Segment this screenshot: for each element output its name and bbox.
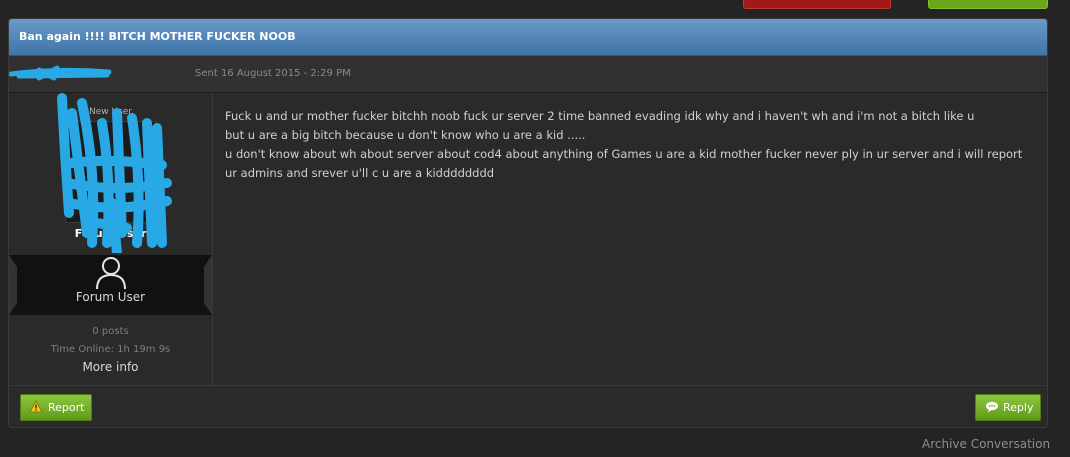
user-card-label: Forum User bbox=[75, 290, 146, 304]
archive-conversation-link[interactable]: Archive Conversation bbox=[922, 437, 1050, 451]
report-label: Report bbox=[48, 401, 85, 414]
user-card: Forum User bbox=[9, 255, 212, 315]
top-green-button[interactable] bbox=[928, 0, 1048, 9]
post-count: 0 posts bbox=[92, 326, 129, 337]
author-sidebar: New User Forum User Forum User 0 posts T… bbox=[9, 93, 213, 385]
conversation-panel: Ban again !!!! BITCH MOTHER FUCKER NOOB … bbox=[8, 18, 1048, 428]
redaction-scribble-avatar bbox=[57, 93, 172, 253]
top-red-button[interactable] bbox=[743, 0, 891, 9]
more-info-link[interactable]: More info bbox=[9, 360, 212, 374]
user-icon bbox=[96, 257, 126, 290]
report-button[interactable]: Report bbox=[20, 394, 92, 421]
meta-bar: Sent 16 August 2015 - 2:29 PM bbox=[9, 56, 1047, 93]
post-footer: Report Reply bbox=[9, 385, 1047, 428]
conversation-title: Ban again !!!! BITCH MOTHER FUCKER NOOB bbox=[19, 30, 296, 43]
warning-icon bbox=[29, 400, 43, 413]
speech-bubble-icon bbox=[986, 401, 998, 413]
title-bar: Ban again !!!! BITCH MOTHER FUCKER NOOB bbox=[9, 19, 1047, 56]
message-line: but u are a big bitch because u don't kn… bbox=[225, 128, 586, 142]
redaction-scribble-name bbox=[9, 65, 112, 81]
message-body: Fuck u and ur mother fucker bitchh noob … bbox=[225, 107, 1035, 183]
reply-label: Reply bbox=[1003, 401, 1034, 414]
sent-timestamp: Sent 16 August 2015 - 2:29 PM bbox=[195, 68, 351, 79]
reply-button[interactable]: Reply bbox=[975, 394, 1041, 421]
message-line: u don't know about wh about server about… bbox=[225, 147, 1023, 180]
message-line: Fuck u and ur mother fucker bitchh noob … bbox=[225, 109, 975, 123]
time-online: Time Online: 1h 19m 9s bbox=[50, 344, 171, 355]
